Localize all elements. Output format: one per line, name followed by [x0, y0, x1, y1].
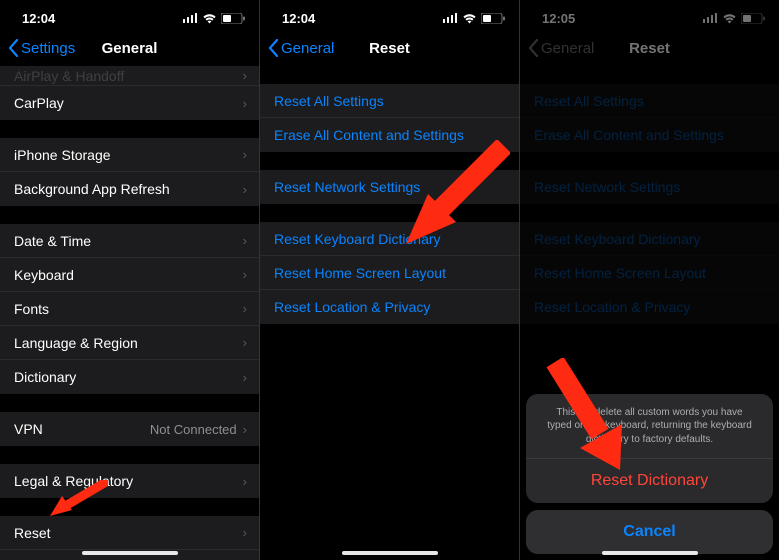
status-icons	[183, 13, 245, 24]
row-label: AirPlay & Handoff	[14, 68, 124, 84]
nav-bar: Settings General	[0, 30, 259, 66]
chevron-right-icon: ›	[243, 182, 247, 197]
row-keyboard[interactable]: Keyboard ›	[0, 258, 259, 292]
row-reset-location-privacy[interactable]: Reset Location & Privacy	[260, 290, 519, 324]
row-label: Erase All Content and Settings	[274, 127, 464, 143]
reset-dictionary-button[interactable]: Reset Dictionary	[526, 459, 773, 503]
row-label: Fonts	[14, 301, 49, 317]
row-detail: Not Connected	[150, 422, 237, 437]
row-label: Reset	[14, 525, 51, 541]
status-bar: 12:04	[0, 0, 259, 30]
row-label: Reset Location & Privacy	[274, 299, 430, 315]
row-label: Language & Region	[14, 335, 138, 351]
row-erase-all[interactable]: Erase All Content and Settings	[260, 118, 519, 152]
status-time: 12:04	[22, 11, 55, 26]
row-reset-keyboard-dictionary[interactable]: Reset Keyboard Dictionary	[260, 222, 519, 256]
chevron-right-icon: ›	[243, 68, 247, 83]
chevron-left-icon	[268, 39, 279, 57]
row-airplay[interactable]: AirPlay & Handoff ›	[0, 66, 259, 86]
row-label: VPN	[14, 421, 43, 437]
row-background-app-refresh[interactable]: Background App Refresh ›	[0, 172, 259, 206]
chevron-right-icon: ›	[243, 233, 247, 248]
row-vpn[interactable]: VPN Not Connected ›	[0, 412, 259, 446]
action-sheet-card: This will delete all custom words you ha…	[526, 394, 773, 504]
row-label: Dictionary	[14, 369, 76, 385]
battery-icon	[481, 13, 505, 24]
screen-reset-dialog: 12:05 General Reset	[520, 0, 779, 560]
chevron-right-icon: ›	[243, 147, 247, 162]
chevron-right-icon: ›	[243, 525, 247, 540]
row-dictionary[interactable]: Dictionary ›	[0, 360, 259, 394]
status-bar: 12:04	[260, 0, 519, 30]
wifi-icon	[202, 13, 217, 24]
nav-bar: General Reset	[260, 30, 519, 66]
action-sheet: This will delete all custom words you ha…	[526, 394, 773, 555]
row-iphone-storage[interactable]: iPhone Storage ›	[0, 138, 259, 172]
screen-general: 12:04 Settings General	[0, 0, 259, 560]
home-indicator	[82, 551, 178, 555]
back-label: Settings	[21, 40, 75, 57]
status-icons	[443, 13, 505, 24]
wifi-icon	[462, 13, 477, 24]
action-sheet-message: This will delete all custom words you ha…	[526, 394, 773, 460]
row-label: Reset Home Screen Layout	[274, 265, 446, 281]
chevron-right-icon: ›	[243, 96, 247, 111]
row-legal[interactable]: Legal & Regulatory ›	[0, 464, 259, 498]
settings-list[interactable]: AirPlay & Handoff › CarPlay › iPhone Sto…	[0, 66, 259, 560]
reset-list[interactable]: Reset All Settings Erase All Content and…	[260, 66, 519, 560]
screen-reset: 12:04 General Reset	[260, 0, 519, 560]
row-reset[interactable]: Reset ›	[0, 516, 259, 550]
back-label: General	[281, 40, 334, 57]
row-fonts[interactable]: Fonts ›	[0, 292, 259, 326]
row-carplay[interactable]: CarPlay ›	[0, 86, 259, 120]
row-label: Reset Network Settings	[274, 179, 420, 195]
row-label: iPhone Storage	[14, 147, 111, 163]
chevron-left-icon	[8, 39, 19, 57]
row-label: Date & Time	[14, 233, 91, 249]
signal-icon	[183, 13, 198, 23]
row-label: Background App Refresh	[14, 181, 170, 197]
status-time: 12:04	[282, 11, 315, 26]
row-label: Keyboard	[14, 267, 74, 283]
row-label: Reset All Settings	[274, 93, 384, 109]
chevron-right-icon: ›	[243, 422, 247, 437]
home-indicator	[602, 551, 698, 555]
back-button[interactable]: General	[268, 39, 334, 57]
chevron-right-icon: ›	[243, 474, 247, 489]
battery-icon	[221, 13, 245, 24]
chevron-right-icon: ›	[243, 335, 247, 350]
signal-icon	[443, 13, 458, 23]
row-date-time[interactable]: Date & Time ›	[0, 224, 259, 258]
row-label: Reset Keyboard Dictionary	[274, 231, 441, 247]
row-language-region[interactable]: Language & Region ›	[0, 326, 259, 360]
chevron-right-icon: ›	[243, 370, 247, 385]
home-indicator	[342, 551, 438, 555]
chevron-right-icon: ›	[243, 267, 247, 282]
row-reset-all-settings[interactable]: Reset All Settings	[260, 84, 519, 118]
cancel-button[interactable]: Cancel	[526, 510, 773, 554]
chevron-right-icon: ›	[243, 301, 247, 316]
row-label: Legal & Regulatory	[14, 473, 133, 489]
back-button[interactable]: Settings	[8, 39, 75, 57]
row-label: CarPlay	[14, 95, 64, 111]
row-reset-network[interactable]: Reset Network Settings	[260, 170, 519, 204]
row-reset-home-screen[interactable]: Reset Home Screen Layout	[260, 256, 519, 290]
